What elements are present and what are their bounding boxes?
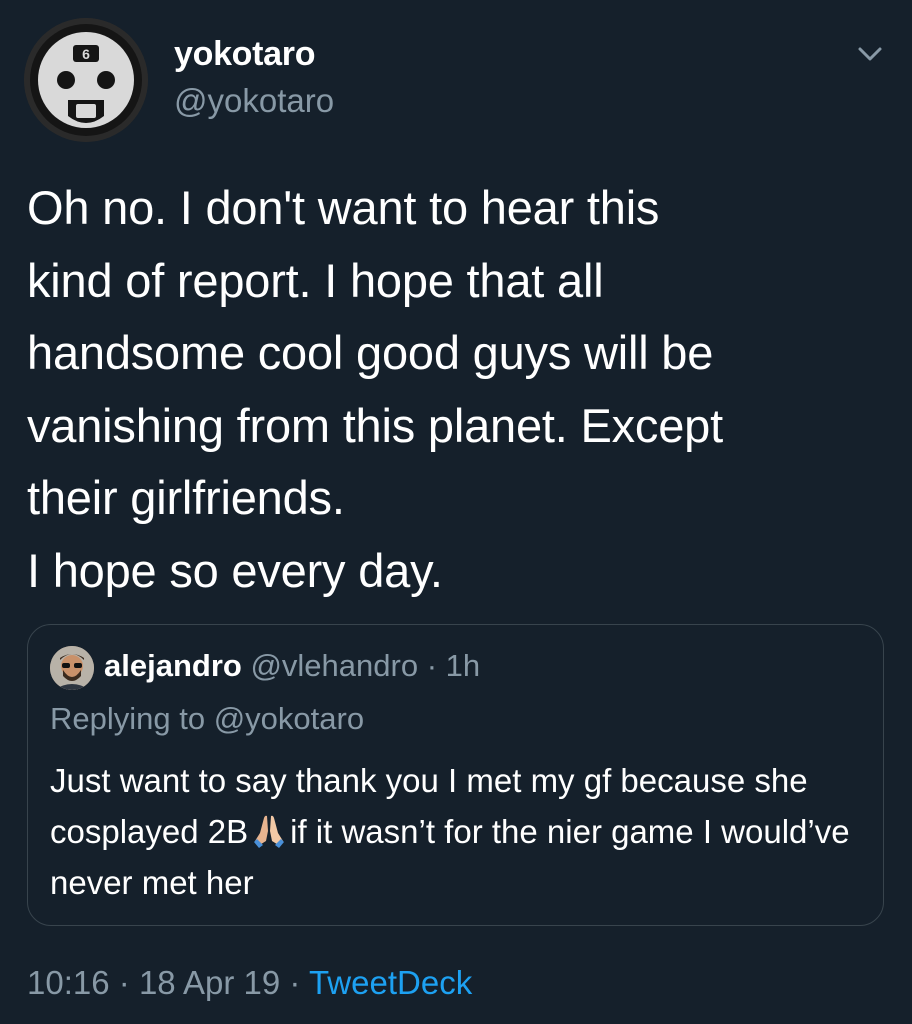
quoted-tweet[interactable]: alejandro @vlehandro · 1h Replying to @y… (27, 624, 884, 926)
tweet-source-link[interactable]: TweetDeck (309, 964, 472, 1001)
quoted-author-avatar[interactable] (50, 646, 94, 690)
footer-separator: · (289, 964, 301, 1001)
quoted-handle[interactable]: @vlehandro (250, 648, 418, 683)
quoted-display-name[interactable]: alejandro (104, 648, 242, 683)
tweet-card: 6 yokotaro @yokotaro Oh no. I don't want… (0, 0, 912, 1024)
quoted-timestamp[interactable]: 1h (446, 648, 480, 683)
emil-mask-avatar-icon: 6 (24, 18, 148, 142)
folded-hands-icon (254, 815, 285, 848)
author-names: yokotaro @yokotaro (174, 32, 334, 124)
footer-separator: · (118, 964, 130, 1001)
svg-text:6: 6 (82, 46, 90, 62)
tweet-time[interactable]: 10:16 (27, 964, 110, 1001)
tweet-text: Oh no. I don't want to hear this kind of… (27, 181, 723, 597)
author-handle[interactable]: @yokotaro (174, 78, 334, 124)
quoted-replying-to: Replying to @yokotaro (50, 701, 365, 736)
tweet-date[interactable]: 18 Apr 19 (139, 964, 280, 1001)
bearded-man-avatar-icon (50, 646, 94, 690)
author-avatar[interactable]: 6 (24, 18, 148, 142)
quoted-header: alejandro @vlehandro · 1h (104, 643, 480, 689)
author-display-name[interactable]: yokotaro (174, 32, 334, 76)
chevron-down-icon (858, 47, 882, 61)
tweet-footer: 10:16 · 18 Apr 19 · TweetDeck (27, 958, 472, 1008)
quoted-text: Just want to say thank you I met my gf b… (50, 755, 850, 908)
tweet-header: 6 yokotaro @yokotaro (24, 18, 888, 142)
quoted-separator: · (426, 648, 438, 683)
tweet-menu-button[interactable] (852, 36, 888, 72)
